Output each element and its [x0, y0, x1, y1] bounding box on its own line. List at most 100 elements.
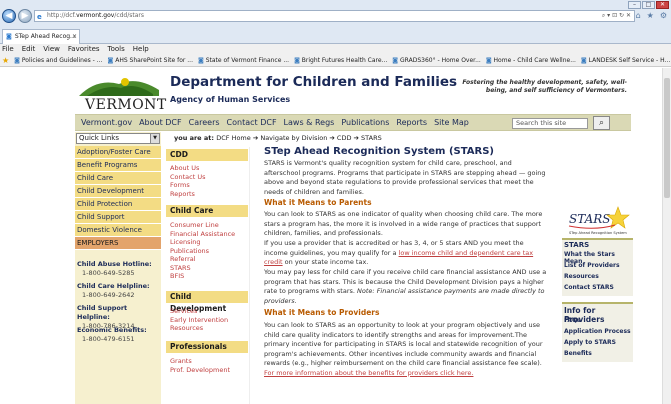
menu-help[interactable]: Help: [133, 44, 149, 55]
address-path: /cdd/stars: [114, 12, 145, 19]
vertical-scrollbar[interactable]: [662, 68, 671, 404]
nav-contact-dcf[interactable]: Contact DCF: [227, 118, 277, 127]
link-contact-us[interactable]: Contact Us: [170, 173, 206, 182]
link-list-of-providers[interactable]: List of Providers: [564, 262, 620, 269]
nav-site-map[interactable]: Site Map: [434, 118, 469, 127]
link-financial-assistance[interactable]: Financial Assistance: [170, 230, 235, 239]
stars-panel: STARS What the Stars Mean List of Provid…: [562, 238, 633, 296]
link-forms[interactable]: Forms: [170, 181, 190, 190]
nav-careers[interactable]: Careers: [189, 118, 220, 127]
menu-edit[interactable]: Edit: [22, 44, 36, 55]
link-grants[interactable]: Grants: [170, 357, 192, 366]
section-header-professionals: Professionals: [166, 341, 248, 353]
favorite-link[interactable]: Bright Futures Health Care...: [294, 55, 388, 66]
link-publications[interactable]: Publications: [170, 247, 209, 256]
link-early-intervention[interactable]: Early Intervention: [170, 316, 228, 325]
favorite-link[interactable]: State of Vermont Finance ...: [198, 55, 289, 66]
favorite-link[interactable]: AHS SharePoint Site for ...: [107, 55, 193, 66]
mountain-logo-icon: [79, 78, 159, 96]
sidebar-item-benefits[interactable]: Benefit Programs: [75, 159, 161, 172]
scrollbar-thumb[interactable]: [664, 78, 670, 198]
link-licensing[interactable]: Licensing: [170, 238, 201, 247]
browser-tab[interactable]: ◙ STep Ahead Recog... ×: [2, 29, 80, 44]
nav-publications[interactable]: Publications: [341, 118, 389, 127]
search-input[interactable]: Search this site: [512, 118, 588, 129]
menu-tools[interactable]: Tools: [108, 44, 125, 55]
link-referral[interactable]: Referral: [170, 255, 196, 264]
site-header: VERMONT Department for Children and Fami…: [75, 71, 631, 113]
stars-panel-title: STARS: [564, 241, 590, 249]
close-window-button[interactable]: ✕: [656, 1, 669, 9]
web-page: VERMONT Department for Children and Fami…: [0, 68, 671, 404]
vermont-logo[interactable]: VERMONT: [77, 74, 166, 113]
maximize-button[interactable]: □: [642, 1, 655, 9]
link-contact-stars[interactable]: Contact STARS: [564, 284, 614, 291]
section-navigation: CDD About Us Contact Us Forms Reports Ch…: [166, 147, 250, 404]
providers-panel: Info for Providers FAQs Application Proc…: [562, 302, 633, 362]
favorites-icon[interactable]: ★: [647, 11, 654, 20]
search-button[interactable]: ⌕: [593, 116, 610, 130]
provider-benefits-link[interactable]: For more information about the benefits …: [264, 369, 473, 377]
link-resources-panel[interactable]: Resources: [564, 273, 599, 280]
link-about-us[interactable]: About Us: [170, 164, 199, 173]
link-apply-to-stars[interactable]: Apply to STARS: [564, 339, 616, 346]
hotline-child-care: Child Care Helpline: 1-800-649-2642: [77, 282, 150, 300]
toolbar-icons: ⌂ ★ ⚙: [636, 11, 667, 20]
sidebar-item-employers[interactable]: EMPLOYERS: [75, 237, 161, 250]
tab-favicon-icon: ◙: [6, 33, 12, 40]
nav-about-dcf[interactable]: About DCF: [139, 118, 182, 127]
section-header-cdd: CDD: [166, 149, 248, 161]
sidebar-item-child-support[interactable]: Child Support: [75, 211, 161, 224]
hotline-label: Economic Benefits:: [77, 326, 147, 334]
link-application-process[interactable]: Application Process: [564, 328, 631, 335]
link-prof-development[interactable]: Prof. Development: [170, 366, 230, 375]
link-consumer-line[interactable]: Consumer Line: [170, 221, 219, 230]
sidebar-item-adoption[interactable]: Adoption/Foster Care: [75, 146, 161, 159]
favorite-link[interactable]: Policies and Guidelines - ...: [14, 55, 103, 66]
main-content: STep Ahead Recognition System (STARS) ST…: [264, 146, 547, 404]
link-stars[interactable]: STARS: [170, 264, 191, 273]
parents-paragraph-2-end: on your state income tax.: [284, 258, 369, 266]
sidebar-item-child-care[interactable]: Child Care: [75, 172, 161, 185]
logo-text: VERMONT: [85, 97, 167, 113]
sidebar-item-child-development[interactable]: Child Development: [75, 185, 161, 198]
back-button[interactable]: ◀: [2, 9, 16, 23]
favorites-star-icon[interactable]: ★: [2, 55, 9, 66]
menu-view[interactable]: View: [43, 44, 60, 55]
sidebar-item-domestic-violence[interactable]: Domestic Violence: [75, 224, 161, 237]
quick-links-dropdown[interactable]: Quick Links ▼: [76, 133, 160, 144]
address-bar[interactable]: e http://dcf.vermont.gov/cdd/stars ⌕ ▾ ⊡…: [34, 10, 635, 22]
providers-paragraph: You can look to STARS as an opportunity …: [264, 321, 547, 378]
link-reports[interactable]: Reports: [170, 190, 195, 199]
forward-button[interactable]: ▶: [18, 9, 32, 23]
tab-title: STep Ahead Recog...: [14, 33, 76, 40]
link-bfis[interactable]: BFIS: [170, 272, 184, 281]
menu-favorites[interactable]: Favorites: [68, 44, 100, 55]
stars-logo-text: STARS: [569, 212, 611, 226]
link-faqs[interactable]: FAQs: [564, 317, 581, 324]
favorite-link[interactable]: LANDESK Self Service - H...: [581, 55, 671, 66]
sidebar-item-child-protection[interactable]: Child Protection: [75, 198, 161, 211]
favorite-link[interactable]: GRADS360° - Home Over...: [392, 55, 481, 66]
tab-close-icon[interactable]: ×: [72, 30, 77, 43]
parents-paragraph-1: You can look to STARS as one indicator o…: [264, 210, 543, 237]
breadcrumb-trail[interactable]: DCF Home ➔ Navigate by Division ➔ CDD ➔ …: [216, 134, 382, 142]
hotline-number: 1-800-649-2642: [82, 291, 135, 299]
favorite-link[interactable]: Home - Child Care Wellne...: [486, 55, 576, 66]
link-resources[interactable]: Resources: [170, 324, 203, 333]
agency-name: Agency of Human Services: [170, 95, 291, 104]
minimize-button[interactable]: –: [628, 1, 641, 9]
nav-laws-regs[interactable]: Laws & Regs: [284, 118, 335, 127]
address-tools[interactable]: ⌕ ▾ ⊡ ↻ ✕: [602, 11, 631, 21]
department-title: Department for Children and Families: [170, 74, 458, 90]
link-services[interactable]: Services: [170, 307, 197, 316]
breadcrumb-prefix: you are at:: [174, 134, 214, 142]
nav-reports[interactable]: Reports: [396, 118, 427, 127]
link-benefits[interactable]: Benefits: [564, 350, 592, 357]
menu-file[interactable]: File: [2, 44, 14, 55]
home-icon[interactable]: ⌂: [636, 11, 641, 20]
heading-providers: What it Means to Providers: [264, 308, 380, 317]
intro-paragraph: STARS is Vermont's quality recognition s…: [264, 159, 546, 196]
settings-icon[interactable]: ⚙: [660, 11, 667, 20]
nav-vermont-gov[interactable]: Vermont.gov: [81, 118, 132, 127]
